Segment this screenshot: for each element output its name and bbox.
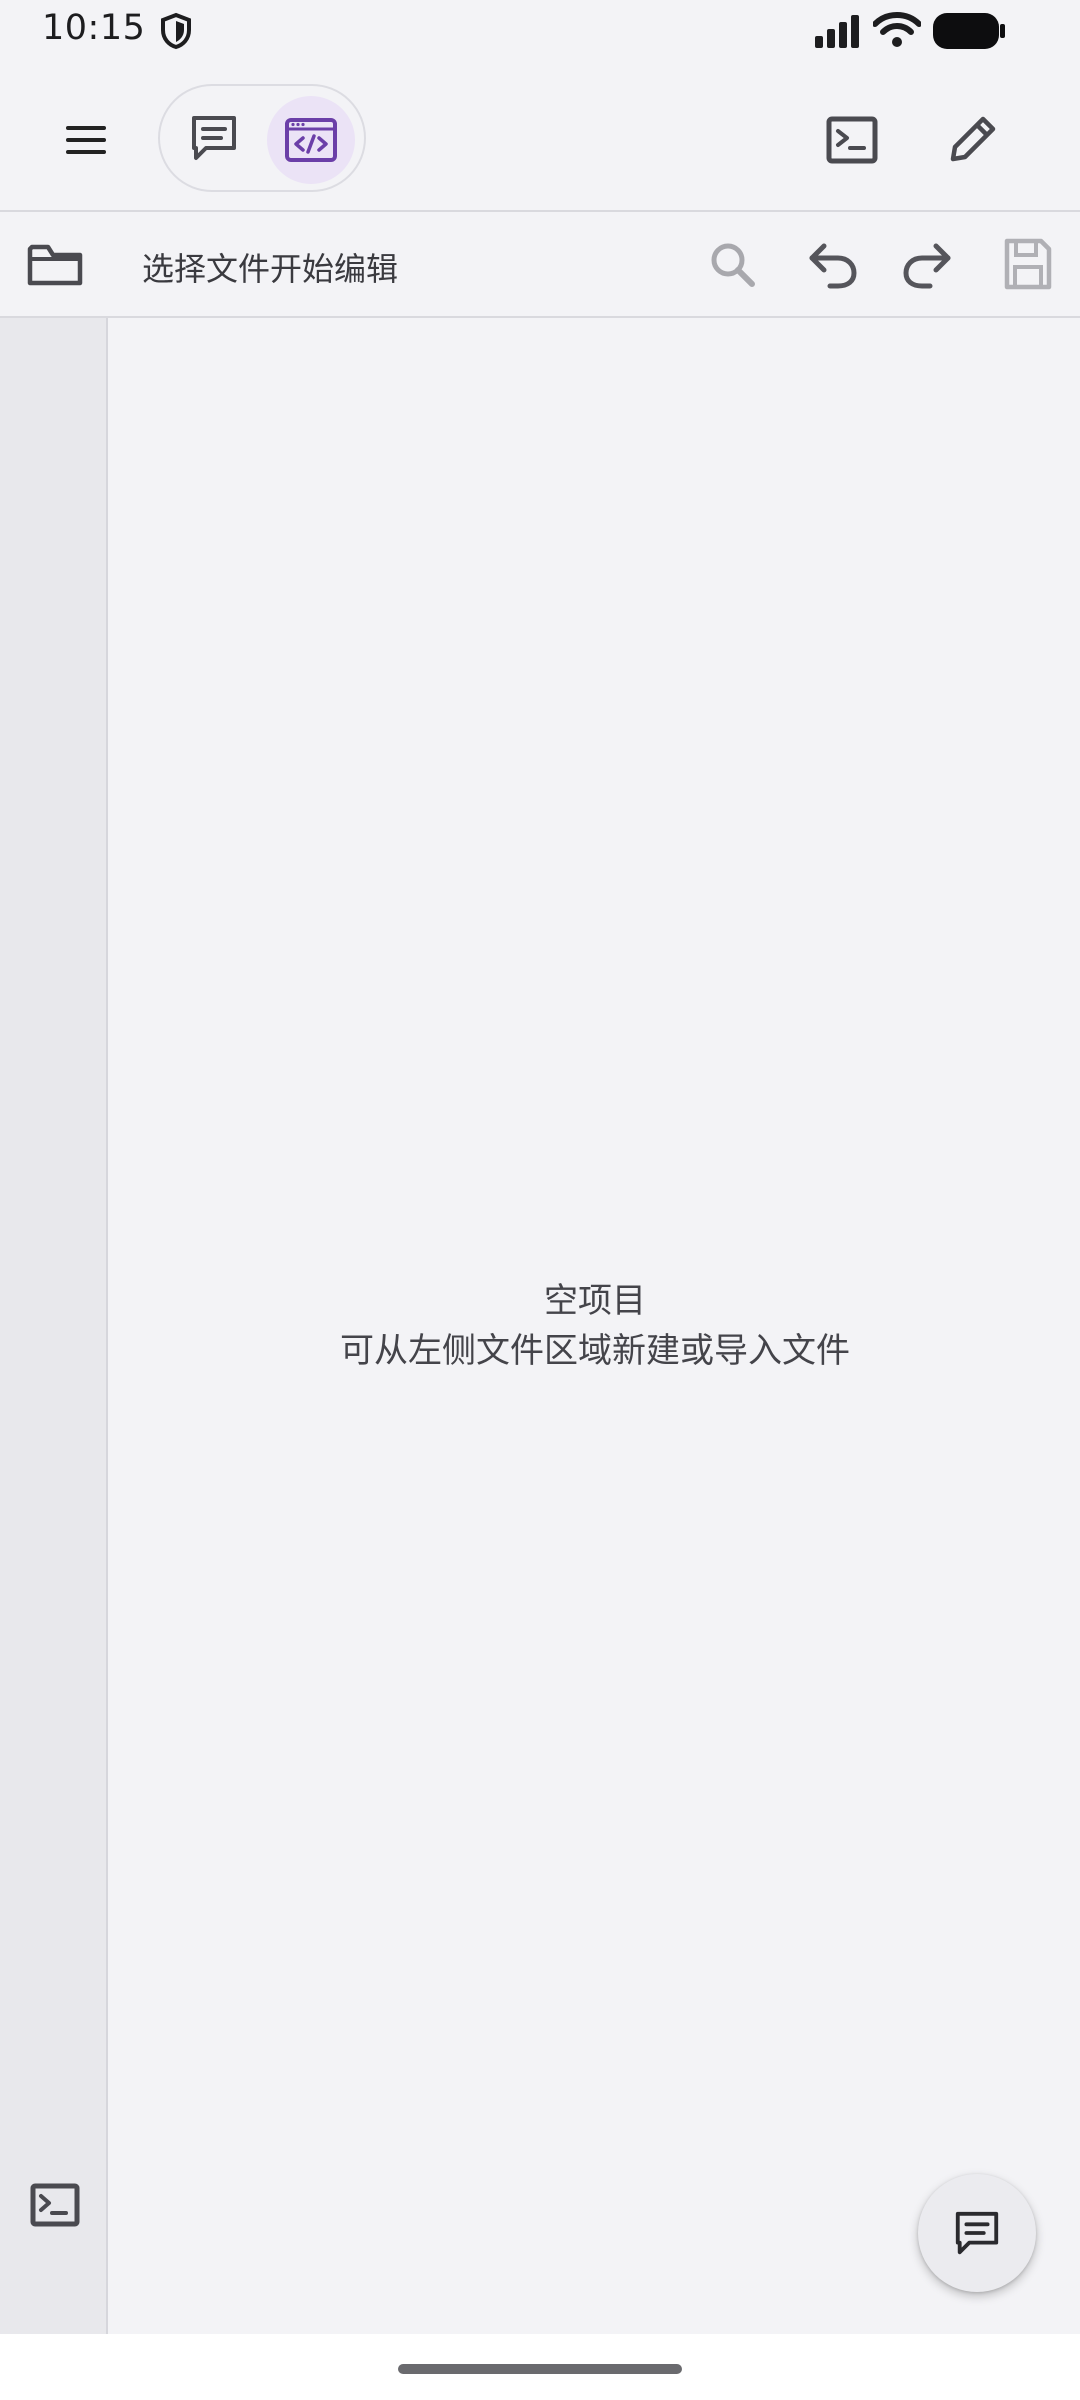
- chat-fab-button[interactable]: [918, 2174, 1036, 2292]
- wifi-icon: [873, 12, 921, 48]
- code-mode-button[interactable]: [267, 96, 355, 184]
- terminal-button[interactable]: [810, 102, 894, 178]
- pencil-edit-icon: [945, 113, 999, 167]
- hamburger-menu-icon[interactable]: [46, 108, 126, 172]
- folder-icon: [27, 241, 83, 289]
- empty-state: 空项目 可从左侧文件区域新建或导入文件: [110, 1276, 1080, 1376]
- save-icon: [1003, 237, 1053, 291]
- terminal-icon: [30, 2183, 80, 2227]
- status-time: 10:15: [42, 8, 146, 48]
- edit-button[interactable]: [932, 100, 1012, 180]
- file-side-rail: [0, 318, 108, 2334]
- redo-icon: [902, 240, 954, 290]
- chat-bubble-icon: [952, 2208, 1002, 2258]
- signal-icon: [813, 14, 861, 48]
- search-icon: [709, 241, 757, 289]
- redo-button[interactable]: [894, 234, 962, 296]
- file-hint-text: 选择文件开始编辑: [142, 250, 399, 288]
- undo-button[interactable]: [798, 234, 866, 296]
- undo-icon: [806, 240, 858, 290]
- code-window-icon: [284, 117, 338, 163]
- rail-terminal-button[interactable]: [22, 2176, 88, 2234]
- battery-icon: [932, 11, 1006, 51]
- shield-icon: [158, 12, 194, 50]
- file-explorer-button[interactable]: [20, 234, 90, 296]
- save-button[interactable]: [996, 232, 1060, 296]
- chat-mode-button[interactable]: [176, 100, 252, 176]
- search-button[interactable]: [700, 234, 766, 296]
- empty-state-title: 空项目: [544, 1281, 646, 1321]
- empty-state-description: 可从左侧文件区域新建或导入文件: [340, 1331, 850, 1371]
- home-gesture-handle[interactable]: [398, 2364, 682, 2374]
- terminal-icon: [826, 116, 878, 164]
- chat-bubble-icon: [188, 112, 240, 164]
